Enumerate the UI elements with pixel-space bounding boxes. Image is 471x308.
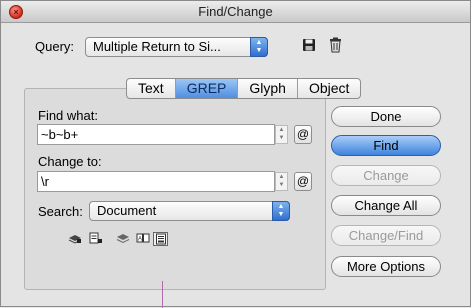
- find-history-stepper[interactable]: ▲ ▼: [275, 125, 288, 144]
- find-button[interactable]: Find: [331, 135, 441, 156]
- include-locked-layers-icon[interactable]: [67, 232, 82, 246]
- document-guide-line: [162, 281, 163, 308]
- include-footnotes-icon[interactable]: [153, 232, 168, 246]
- tab-glyph[interactable]: Glyph: [238, 79, 298, 98]
- search-selected-value: Document: [97, 203, 157, 218]
- title-bar[interactable]: × Find/Change: [1, 1, 470, 23]
- svg-text:A: A: [138, 237, 142, 243]
- search-scope-select[interactable]: Document ▲ ▼: [89, 201, 290, 221]
- change-find-button[interactable]: Change/Find: [331, 225, 441, 246]
- window-title: Find/Change: [198, 4, 273, 19]
- search-label: Search:: [38, 204, 83, 219]
- trash-icon[interactable]: [329, 37, 342, 56]
- change-to-label: Change to:: [38, 154, 102, 169]
- find-what-field[interactable]: ~b~b+: [37, 124, 275, 145]
- popup-arrows-icon: ▲ ▼: [272, 201, 290, 221]
- more-options-button[interactable]: More Options: [331, 256, 441, 277]
- query-select[interactable]: Multiple Return to Si... ▲ ▼: [85, 37, 268, 57]
- done-button[interactable]: Done: [331, 106, 441, 127]
- tab-text[interactable]: Text: [127, 79, 176, 98]
- change-history-stepper[interactable]: ▲ ▼: [275, 172, 288, 191]
- mode-tabs: Text GREP Glyph Object: [126, 78, 362, 99]
- tab-grep[interactable]: GREP: [175, 79, 239, 98]
- find-special-characters-button[interactable]: @: [294, 125, 312, 144]
- find-change-dialog: × Find/Change Query: Multiple Return to …: [0, 0, 471, 308]
- query-selected-value: Multiple Return to Si...: [93, 39, 221, 54]
- tab-object[interactable]: Object: [298, 79, 360, 98]
- floppy-disk-icon[interactable]: [302, 38, 316, 55]
- popup-arrows-icon: ▲ ▼: [250, 37, 268, 57]
- include-locked-stories-icon[interactable]: [88, 232, 103, 246]
- change-button[interactable]: Change: [331, 165, 441, 186]
- change-special-characters-button[interactable]: @: [294, 172, 312, 191]
- change-all-button[interactable]: Change All: [331, 195, 441, 216]
- find-what-label: Find what:: [38, 108, 98, 123]
- include-hidden-layers-icon[interactable]: [115, 232, 130, 246]
- change-to-field[interactable]: \r: [37, 171, 275, 192]
- include-master-pages-icon[interactable]: A: [135, 232, 150, 246]
- query-label: Query:: [35, 39, 75, 54]
